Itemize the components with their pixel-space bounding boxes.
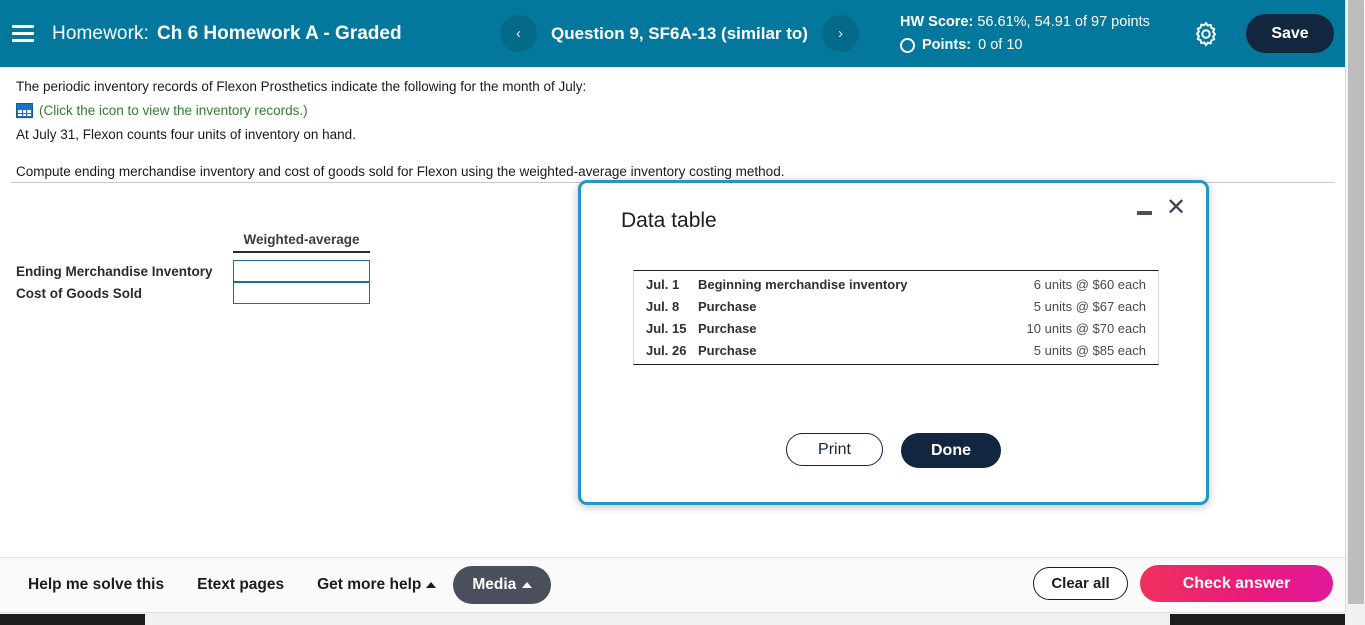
answer-column-header: Weighted-average (233, 232, 370, 253)
question-line-1: The periodic inventory records of Flexon… (16, 79, 587, 94)
caret-up-icon (426, 582, 437, 588)
get-more-help-label: Get more help (317, 576, 422, 593)
modal-title: Data table (621, 209, 717, 232)
row-date: Jul. 26 (646, 343, 687, 358)
row-date: Jul. 8 (646, 299, 680, 314)
help-me-solve-this-link[interactable]: Help me solve this (28, 576, 164, 594)
row-date: Jul. 15 (646, 321, 687, 336)
row-quantity: 6 units @ $60 each (1033, 277, 1146, 292)
table-row: Jul. 1 Beginning merchandise inventory 6… (634, 274, 1158, 296)
next-question-button[interactable]: › (821, 15, 859, 52)
row-quantity: 5 units @ $67 each (1033, 299, 1146, 314)
points-row: Points: 0 of 10 (900, 35, 1150, 56)
homework-page: Homework: Ch 6 Homework A - Graded ‹ Que… (0, 0, 1365, 625)
caret-up-icon (522, 582, 533, 588)
media-button[interactable]: Media (453, 566, 552, 604)
previous-question-button[interactable]: ‹ (500, 15, 537, 52)
hw-score-row: HW Score: 56.61%, 54.91 of 97 points (900, 12, 1150, 33)
save-button[interactable]: Save (1246, 14, 1334, 53)
horizontal-scrollbar-thumb-right[interactable] (1170, 614, 1345, 625)
table-row: Jul. 8 Purchase 5 units @ $67 each (634, 296, 1158, 318)
inventory-records-link-row: (Click the icon to view the inventory re… (0, 103, 1345, 118)
question-navigation: ‹ Question 9, SF6A-13 (similar to) › (500, 0, 859, 67)
row-description: Purchase (698, 321, 757, 336)
get-more-help-link[interactable]: Get more help (317, 576, 437, 594)
check-answer-button[interactable]: Check answer (1140, 565, 1333, 602)
horizontal-scrollbar[interactable] (0, 612, 1345, 625)
row-description: Purchase (698, 343, 757, 358)
clear-all-button[interactable]: Clear all (1033, 567, 1128, 600)
table-row: Jul. 26 Purchase 5 units @ $85 each (634, 340, 1158, 362)
progress-circle-icon (900, 38, 915, 53)
table-row: Jul. 15 Purchase 10 units @ $70 each (634, 318, 1158, 340)
points-label: Points: (922, 37, 972, 53)
scrollbar-corner (1345, 612, 1365, 625)
row-date: Jul. 1 (646, 277, 680, 292)
row-quantity: 5 units @ $85 each (1033, 343, 1146, 358)
answer-label-ending-inventory: Ending Merchandise Inventory (16, 263, 213, 279)
print-button[interactable]: Print (786, 433, 883, 466)
done-button[interactable]: Done (901, 433, 1001, 468)
points-value: 0 of 10 (978, 37, 1023, 53)
vertical-scrollbar-thumb[interactable] (1348, 0, 1364, 604)
ending-merchandise-inventory-input[interactable] (233, 260, 370, 282)
question-title: Question 9, SF6A-13 (similar to) (551, 23, 808, 43)
grid-table-icon[interactable] (16, 103, 33, 118)
homework-title: Ch 6 Homework A - Graded (156, 22, 402, 44)
answer-row-ending-inventory: Ending Merchandise Inventory (16, 260, 370, 282)
close-icon[interactable]: ✕ (1164, 196, 1188, 220)
gear-icon[interactable] (1192, 20, 1220, 48)
bottom-toolbar: Help me solve this Etext pages Get more … (0, 557, 1345, 612)
question-line-3: At July 31, Flexon counts four units of … (16, 127, 356, 142)
horizontal-scrollbar-thumb-left[interactable] (0, 614, 145, 625)
cost-of-goods-sold-input[interactable] (233, 282, 370, 304)
minimize-icon[interactable] (1135, 204, 1153, 222)
etext-pages-link[interactable]: Etext pages (197, 576, 284, 594)
score-summary: HW Score: 56.61%, 54.91 of 97 points Poi… (900, 12, 1150, 56)
row-quantity: 10 units @ $70 each (1026, 321, 1146, 336)
answer-row-cogs: Cost of Goods Sold (16, 282, 370, 304)
inventory-records-link[interactable]: (Click the icon to view the inventory re… (39, 103, 308, 118)
hamburger-menu-icon[interactable] (12, 25, 34, 42)
homework-label: Homework: (52, 22, 149, 44)
media-label: Media (472, 576, 517, 593)
hw-score-label: HW Score: (900, 14, 974, 30)
inventory-data-table: Jul. 1 Beginning merchandise inventory 6… (633, 270, 1159, 365)
top-header-bar: Homework: Ch 6 Homework A - Graded ‹ Que… (0, 0, 1345, 67)
vertical-scrollbar[interactable] (1345, 0, 1365, 625)
answer-label-cogs: Cost of Goods Sold (16, 285, 142, 301)
question-body: The periodic inventory records of Flexon… (0, 67, 1345, 183)
modal-action-buttons: Print Done (581, 433, 1206, 468)
hw-score-value: 56.61%, 54.91 of 97 points (977, 14, 1150, 30)
data-table-modal: Data table ✕ Jul. 1 Beginning merchandis… (578, 180, 1209, 505)
row-description: Beginning merchandise inventory (698, 277, 908, 292)
row-description: Purchase (698, 299, 757, 314)
